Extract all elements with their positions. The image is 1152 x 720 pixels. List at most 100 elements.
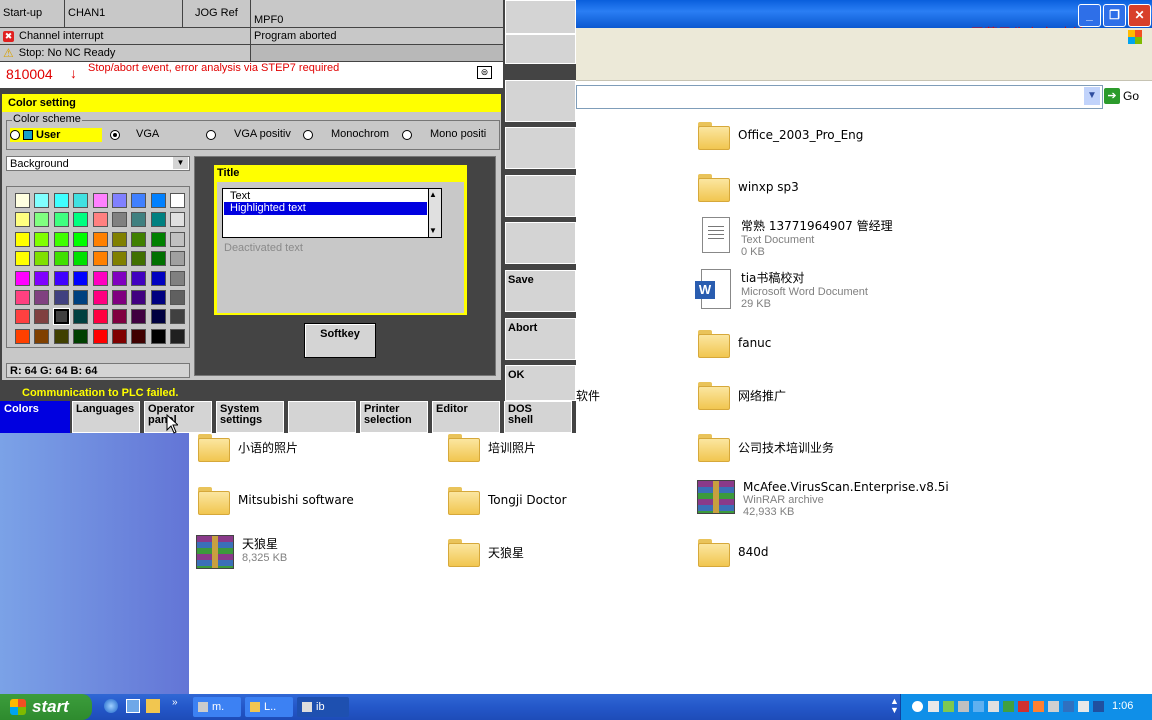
file-item[interactable]: Tongji Doctor: [448, 485, 567, 515]
vsoftkey-2[interactable]: [505, 34, 576, 64]
vsoftkey-1[interactable]: [505, 0, 576, 34]
desktop-icon[interactable]: [126, 699, 140, 713]
color-swatch[interactable]: [34, 328, 50, 344]
color-swatch[interactable]: [150, 328, 166, 344]
color-swatch[interactable]: [131, 290, 147, 305]
color-swatch[interactable]: [92, 290, 108, 305]
color-swatch[interactable]: [150, 270, 166, 286]
color-swatch[interactable]: [131, 328, 147, 344]
color-swatch[interactable]: [131, 231, 147, 247]
quicklaunch-chevron-icon[interactable]: »: [172, 697, 178, 708]
hsoftkey-operator-panel[interactable]: Operator panel: [144, 401, 212, 433]
color-swatch[interactable]: [170, 290, 186, 305]
tray-icon[interactable]: [1048, 701, 1059, 712]
color-swatch[interactable]: [53, 251, 69, 267]
color-swatch[interactable]: [73, 193, 89, 208]
scheme-option-mono-positive-radio[interactable]: [402, 130, 412, 140]
save-button[interactable]: Save: [505, 270, 576, 312]
file-item[interactable]: McAfee.VirusScan.Enterprise.v8.5i WinRAR…: [697, 480, 949, 518]
file-item[interactable]: 天狼星: [448, 537, 524, 567]
file-item[interactable]: 网络推广: [698, 380, 786, 410]
color-swatch[interactable]: [53, 212, 69, 228]
color-swatch[interactable]: [131, 251, 147, 267]
color-swatch[interactable]: [73, 251, 89, 267]
address-bar[interactable]: [576, 85, 1103, 109]
hsoftkey-editor[interactable]: Editor: [432, 401, 500, 433]
tray-icon[interactable]: [1003, 701, 1014, 712]
color-swatch[interactable]: [34, 270, 50, 286]
scheme-option-user[interactable]: User: [10, 128, 102, 142]
file-item[interactable]: 公司技术培训业务: [698, 432, 834, 462]
scheme-option-monochrome-radio[interactable]: [303, 130, 313, 140]
color-swatch[interactable]: [15, 270, 30, 286]
color-swatch[interactable]: [53, 290, 69, 305]
ie-icon[interactable]: [104, 699, 118, 713]
color-swatch[interactable]: [170, 251, 186, 267]
color-swatch[interactable]: [112, 309, 127, 325]
tray-icon[interactable]: [973, 701, 984, 712]
color-swatch[interactable]: [92, 212, 108, 228]
scheme-option-vga-radio[interactable]: [110, 130, 120, 140]
color-swatch[interactable]: [150, 309, 166, 325]
color-swatch[interactable]: [34, 251, 50, 267]
scroll-arrows-icon[interactable]: ▲ ▼: [890, 697, 899, 715]
color-swatch[interactable]: [53, 328, 69, 344]
file-item[interactable]: 培训照片: [448, 432, 536, 462]
color-swatch[interactable]: [15, 193, 30, 208]
taskbar-button[interactable]: m.: [193, 697, 241, 717]
tray-icon[interactable]: [912, 701, 923, 712]
hsoftkey-languages[interactable]: Languages: [72, 401, 140, 433]
file-item[interactable]: 常熟 13771964907 管经理 Text Document 0 KB: [702, 217, 893, 258]
taskbar-button-active[interactable]: ib: [297, 697, 349, 717]
vsoftkey-3[interactable]: [505, 80, 576, 122]
color-swatch[interactable]: [53, 193, 69, 208]
color-swatch[interactable]: [92, 328, 108, 344]
chevron-down-icon[interactable]: ▼: [173, 157, 188, 169]
color-swatch[interactable]: [112, 290, 127, 305]
color-swatch[interactable]: [73, 290, 89, 305]
hsoftkey-system-settings[interactable]: System settings: [216, 401, 284, 433]
color-swatch[interactable]: [131, 270, 147, 286]
color-swatch[interactable]: [112, 231, 127, 247]
scroll-up-icon[interactable]: ▲: [429, 190, 437, 199]
color-swatch[interactable]: [150, 231, 166, 247]
file-item[interactable]: 天狼星 8,325 KB: [196, 535, 287, 569]
color-swatch[interactable]: [150, 193, 166, 208]
element-select[interactable]: Background: [6, 156, 190, 171]
file-item[interactable]: winxp sp3: [698, 172, 799, 202]
color-swatch[interactable]: [150, 290, 166, 305]
color-swatch[interactable]: [34, 231, 50, 247]
color-swatch[interactable]: [73, 309, 89, 325]
file-item[interactable]: fanuc: [698, 328, 771, 358]
color-swatch[interactable]: [34, 212, 50, 228]
vsoftkey-4[interactable]: [505, 127, 576, 169]
color-swatch[interactable]: [15, 328, 30, 344]
color-swatch[interactable]: [170, 212, 186, 228]
ok-button[interactable]: OK: [505, 365, 576, 401]
hsoftkey-printer-selection[interactable]: Printer selection: [360, 401, 428, 433]
preview-softkey[interactable]: Softkey: [304, 323, 376, 358]
color-swatch[interactable]: [15, 231, 30, 247]
color-swatch[interactable]: [92, 231, 108, 247]
color-swatch[interactable]: [170, 270, 186, 286]
color-swatch[interactable]: [15, 290, 30, 305]
color-swatch[interactable]: [150, 212, 166, 228]
color-swatch[interactable]: [112, 328, 127, 344]
file-item[interactable]: Office_2003_Pro_Eng: [698, 120, 863, 150]
color-swatch[interactable]: [112, 270, 127, 286]
color-swatch[interactable]: [131, 309, 147, 325]
recall-icon[interactable]: ⊜: [477, 66, 492, 79]
close-button[interactable]: ✕: [1128, 4, 1151, 27]
tray-icon[interactable]: [1063, 701, 1074, 712]
tray-icon[interactable]: [1033, 701, 1044, 712]
scheme-option-vga-positive-radio[interactable]: [206, 130, 216, 140]
vsoftkey-6[interactable]: [505, 222, 576, 264]
color-swatch[interactable]: [92, 251, 108, 267]
file-item[interactable]: Mitsubishi software: [198, 485, 354, 515]
color-swatch[interactable]: [112, 251, 127, 267]
color-swatch[interactable]: [73, 270, 89, 286]
vsoftkey-5[interactable]: [505, 175, 576, 217]
hsoftkey-colors[interactable]: Colors: [0, 401, 70, 433]
color-swatch[interactable]: [92, 270, 108, 286]
go-button[interactable]: ➔ Go: [1104, 87, 1139, 105]
